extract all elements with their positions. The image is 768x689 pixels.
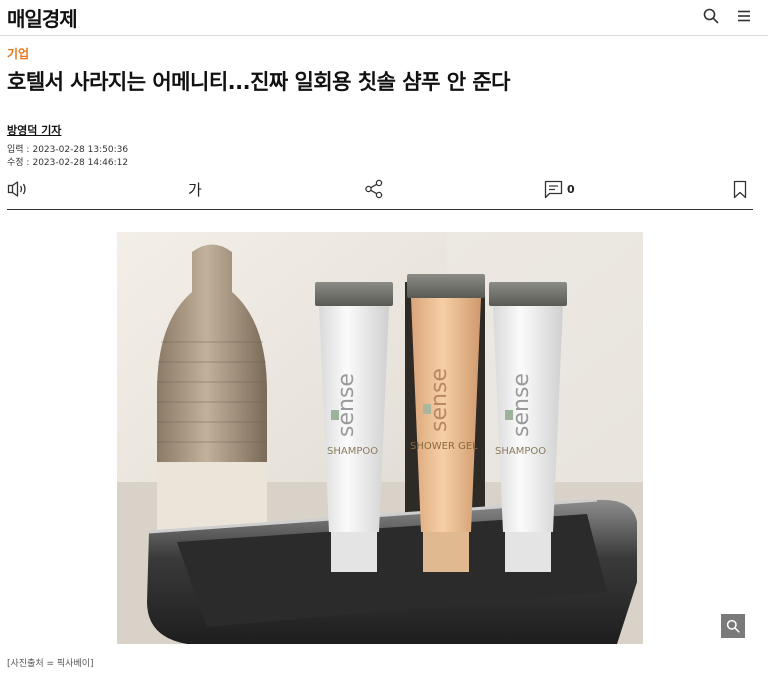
published-value: 2023-02-28 13:50:36 [32, 145, 129, 155]
published-label: 입력 : [7, 145, 30, 155]
comment-icon [544, 180, 563, 198]
speaker-icon [7, 181, 26, 197]
share-icon [365, 179, 383, 199]
share-button[interactable] [364, 177, 384, 201]
article-toolbar: 가 0 [7, 172, 753, 210]
tube-brand-2: sense [427, 368, 452, 432]
article-category[interactable]: 기업 [7, 45, 29, 62]
comment-count: 0 [567, 182, 575, 196]
zoom-button[interactable] [721, 614, 745, 638]
bookmark-icon [733, 180, 747, 198]
tube-brand-3: sense [509, 373, 534, 437]
article-title: 호텔서 사라지는 어메니티...진짜 일회용 칫솔 샴푸 안 준다 [7, 70, 510, 94]
zoom-icon [726, 619, 740, 633]
tube-label-3: SHAMPOO [495, 446, 546, 457]
published-date: 입력 :2023-02-28 13:50:36 [7, 142, 128, 155]
top-header: 매일경제 [0, 0, 768, 36]
hamburger-menu-icon[interactable] [733, 5, 755, 27]
article-photo: sense SHAMPOO sense SHOWER GEL sense SHA… [117, 232, 643, 644]
updated-value: 2023-02-28 14:46:12 [32, 158, 129, 168]
tube-label-2: SHOWER GEL [410, 441, 478, 452]
listen-button[interactable] [7, 177, 29, 201]
article-author[interactable]: 방영덕 기자 [7, 122, 61, 138]
search-icon[interactable] [700, 5, 722, 27]
updated-date: 수정 :2023-02-28 14:46:12 [7, 155, 128, 168]
photo-caption: [사진출처 = 픽사베이] [7, 659, 94, 669]
site-logo[interactable]: 매일경제 [7, 3, 78, 32]
tube-brand-1: sense [334, 373, 359, 437]
updated-label: 수정 : [7, 158, 30, 168]
font-size-button[interactable]: 가 [188, 177, 202, 201]
tube-label-1: SHAMPOO [327, 446, 378, 457]
comment-button[interactable]: 0 [544, 177, 575, 201]
bookmark-button[interactable] [733, 177, 747, 201]
